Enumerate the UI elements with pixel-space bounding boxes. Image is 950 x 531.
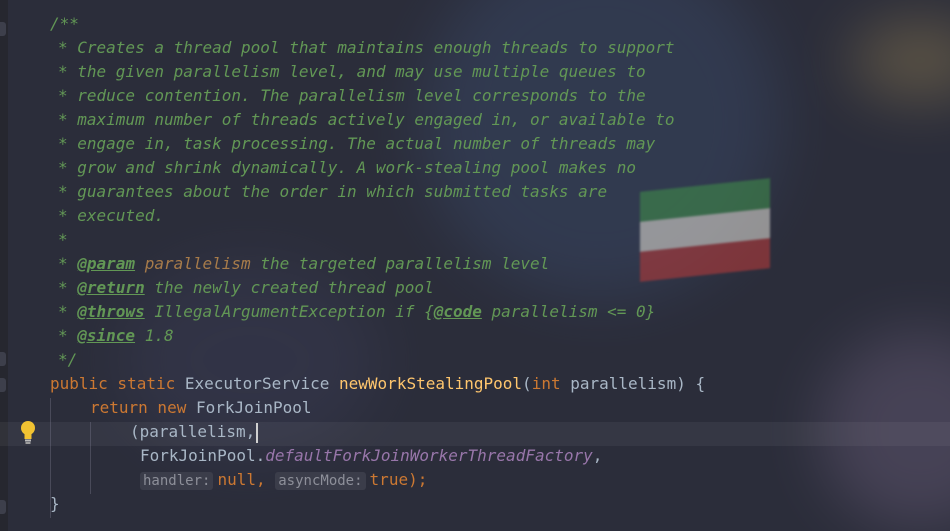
method-signature: public static ExecutorService newWorkSte… bbox=[50, 374, 706, 393]
javadoc-throws-line: * @throws IllegalArgumentException if {@… bbox=[58, 302, 656, 321]
code-tag: @code bbox=[433, 302, 482, 321]
method-name: newWorkStealingPool bbox=[339, 374, 523, 393]
javadoc-open: /** bbox=[50, 14, 79, 33]
javadoc-line: * engage in, task processing. The actual… bbox=[58, 134, 656, 153]
argument-line-hints: handler: null, asyncMode: true); bbox=[140, 468, 427, 492]
javadoc-line: * guarantees about the order in which su… bbox=[58, 182, 608, 201]
fold-marker-method[interactable] bbox=[0, 378, 6, 392]
javadoc-line: * maximum number of threads actively eng… bbox=[58, 110, 675, 129]
background-flag-shape bbox=[640, 178, 770, 282]
return-tag: @return bbox=[77, 278, 145, 297]
fold-marker-javadoc[interactable] bbox=[0, 22, 6, 36]
param-name: parallelism bbox=[570, 374, 677, 393]
argument-line-current: (parallelism, bbox=[130, 420, 259, 444]
param-tag: @param bbox=[77, 254, 136, 273]
fold-marker-javadoc-end[interactable] bbox=[0, 352, 6, 366]
javadoc-close: */ bbox=[58, 350, 78, 369]
return-statement: return new ForkJoinPool bbox=[90, 396, 312, 420]
javadoc-line: * executed. bbox=[58, 206, 164, 225]
argument-line-factory: ForkJoinPool.defaultForkJoinWorkerThread… bbox=[140, 446, 603, 465]
closing-brace: } bbox=[50, 494, 60, 513]
fold-marker-method-end[interactable] bbox=[0, 500, 6, 514]
javadoc-since-line: * @since 1.8 bbox=[58, 326, 174, 345]
indent-guide bbox=[90, 422, 91, 494]
modifiers-keyword: public static bbox=[50, 374, 176, 393]
javadoc-param-line: * @param parallelism the targeted parall… bbox=[58, 254, 550, 273]
return-type: ExecutorService bbox=[184, 374, 330, 393]
javadoc-line: * the given parallelism level, and may u… bbox=[58, 62, 646, 81]
since-tag: @since bbox=[77, 326, 136, 345]
class-name: ForkJoinPool bbox=[195, 398, 312, 417]
parameter-hint-asyncmode: asyncMode: bbox=[275, 472, 366, 490]
editor-gutter bbox=[0, 0, 8, 531]
text-cursor bbox=[256, 422, 259, 443]
javadoc-empty-line: * bbox=[58, 230, 68, 249]
return-new-keyword: return new bbox=[90, 398, 187, 417]
javadoc-line: * grow and shrink dynamically. A work-st… bbox=[58, 158, 636, 177]
javadoc-line: * reduce contention. The parallelism lev… bbox=[58, 86, 646, 105]
throws-tag: @throws bbox=[77, 302, 145, 321]
javadoc-return-line: * @return the newly created thread pool bbox=[58, 278, 434, 297]
param-name: parallelism bbox=[144, 254, 251, 273]
javadoc-line: * Creates a thread pool that maintains e… bbox=[58, 38, 675, 57]
static-field: defaultForkJoinWorkerThreadFactory bbox=[265, 446, 593, 465]
parameter-hint-handler: handler: bbox=[140, 472, 214, 490]
param-type-keyword: int bbox=[531, 374, 561, 393]
lightbulb-icon[interactable] bbox=[18, 419, 38, 445]
